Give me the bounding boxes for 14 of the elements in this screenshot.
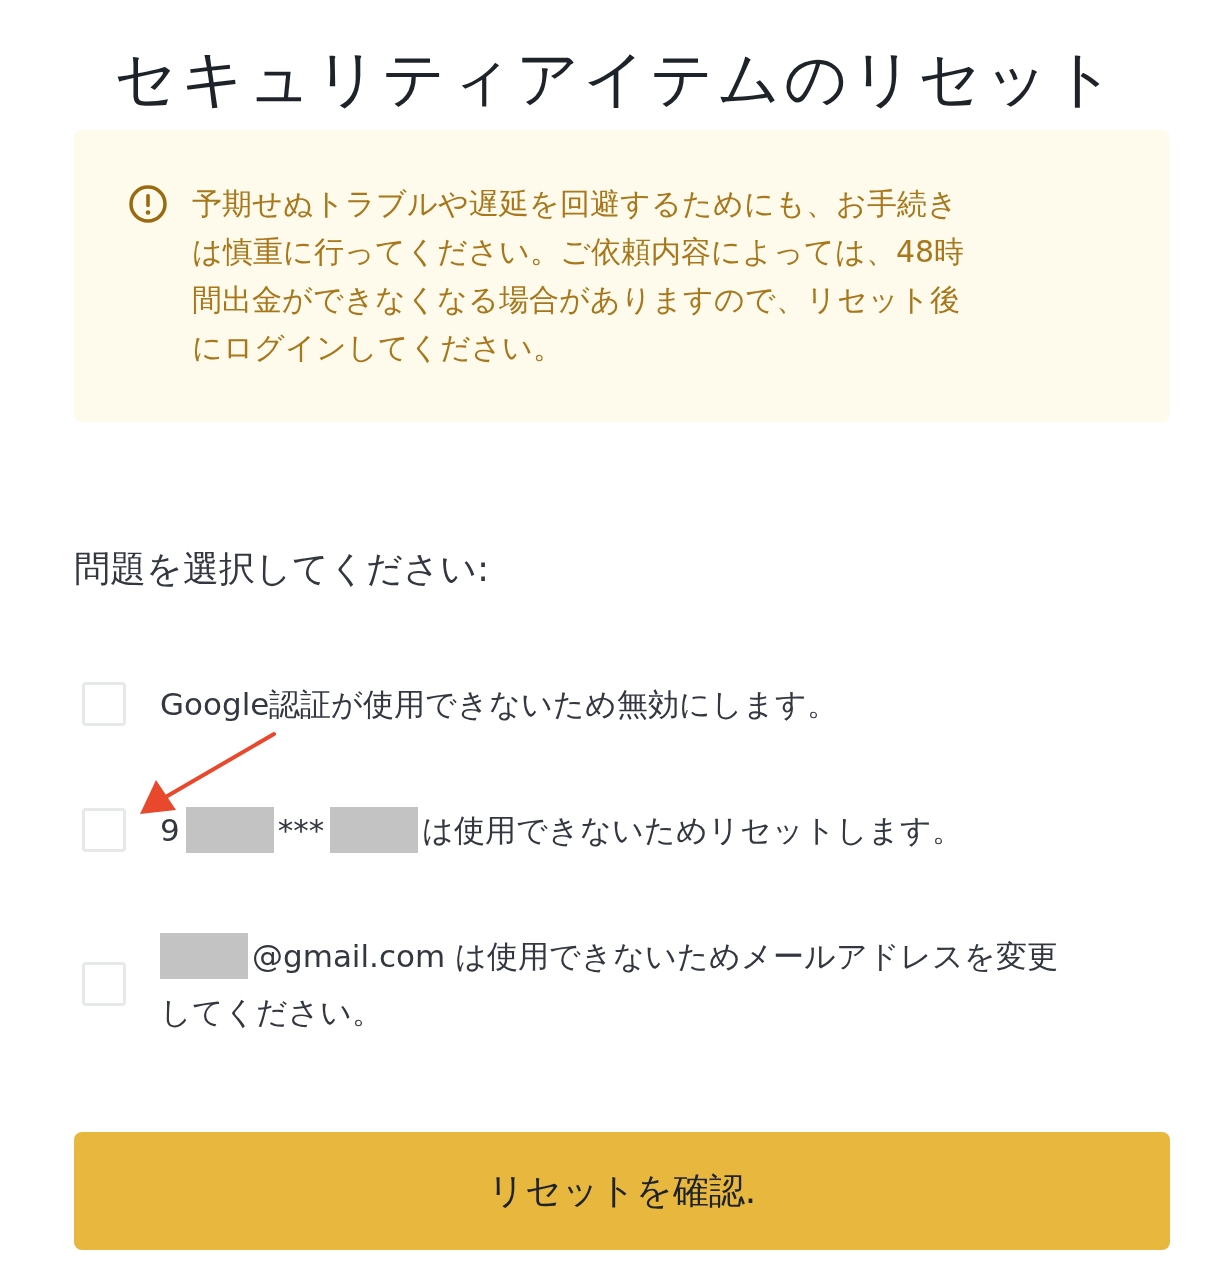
option-text: @gmail.com は使用できないためメールアドレスを変更 bbox=[252, 936, 1058, 976]
checkbox[interactable] bbox=[82, 681, 126, 726]
option-text: 9 bbox=[160, 810, 180, 850]
notice-text: 予期せぬトラブルや遅延を回避するためにも、お手続き は慎重に行ってください。ご依頼内容によっては、48時 間出金ができなくなる場合がありますので、リセット後 にログインしてください。 bbox=[192, 184, 965, 367]
checkbox[interactable] bbox=[82, 961, 126, 1006]
option-text: Google認証が使用できないため無効にします。 bbox=[160, 684, 839, 724]
confirm-reset-button[interactable]: リセットを確認. bbox=[74, 1131, 1170, 1250]
option-text: してください。 bbox=[160, 992, 383, 1032]
checkbox[interactable] bbox=[82, 807, 126, 852]
warning-icon bbox=[128, 183, 168, 224]
option-text: は使用できないためリセットします。 bbox=[422, 810, 964, 850]
prompt-label: 問題を選択してください: bbox=[74, 546, 491, 591]
option-text: *** bbox=[277, 810, 325, 850]
page-title: セキュリティアイテムのリセット bbox=[113, 41, 1119, 117]
